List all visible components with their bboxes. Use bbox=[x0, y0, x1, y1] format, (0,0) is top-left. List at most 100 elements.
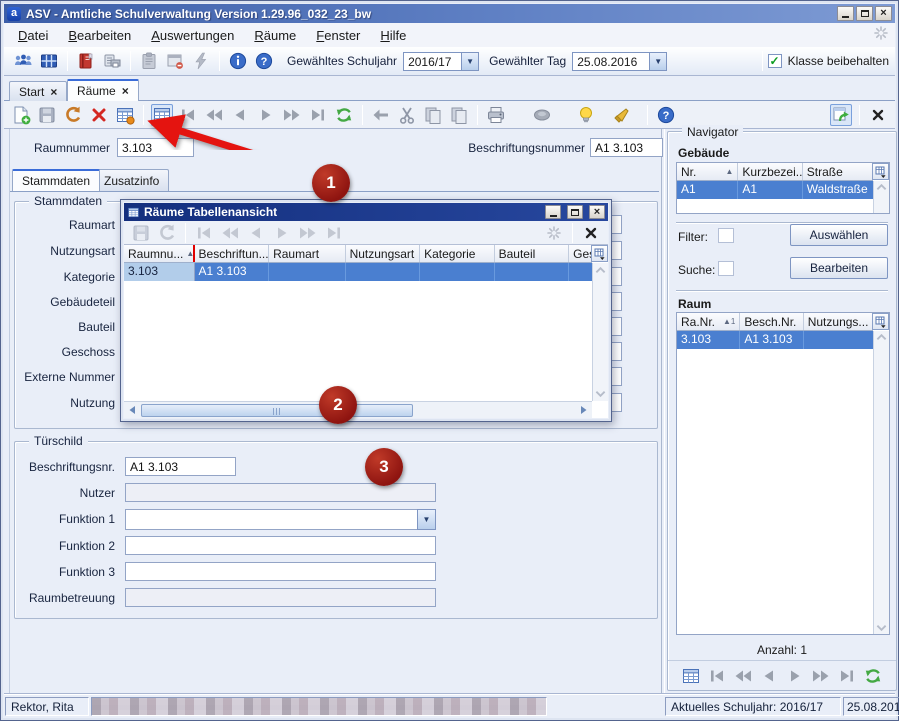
paste-button[interactable] bbox=[448, 104, 470, 126]
gebaeude-vscrollbar[interactable] bbox=[873, 181, 889, 213]
scroll-down-icon[interactable] bbox=[595, 390, 606, 398]
popup-nav-back-button[interactable] bbox=[245, 222, 267, 244]
menu-fenster[interactable]: Fenster bbox=[306, 24, 370, 47]
info-button[interactable] bbox=[227, 50, 249, 72]
navigator-nav-first-button[interactable] bbox=[706, 665, 728, 687]
help-button[interactable] bbox=[253, 50, 275, 72]
subtab-zusatzinfo[interactable]: Zusatzinfo bbox=[94, 169, 169, 191]
cut-button[interactable] bbox=[396, 104, 418, 126]
school-year-select[interactable]: 2016/17 ▼ bbox=[403, 52, 479, 71]
menu-hilfe[interactable]: Hilfe bbox=[370, 24, 416, 47]
raum-table-row[interactable]: 3.103 A1 3.103 bbox=[677, 331, 873, 349]
day-select[interactable]: 25.08.2016 ▼ bbox=[572, 52, 667, 71]
popup-nav-fast-back-button[interactable] bbox=[219, 222, 241, 244]
keep-class-checkbox[interactable]: ✓ bbox=[768, 54, 782, 68]
popup-maximize-button[interactable] bbox=[567, 205, 583, 219]
column-select-button[interactable] bbox=[591, 245, 608, 262]
close-button[interactable]: × bbox=[875, 6, 892, 21]
undo-button[interactable] bbox=[62, 104, 84, 126]
column-header[interactable]: Kurzbezei... bbox=[738, 163, 802, 180]
raumbetreuung-input[interactable] bbox=[125, 588, 436, 607]
tab-raeume[interactable]: Räume × bbox=[67, 79, 139, 101]
modules-button[interactable] bbox=[38, 50, 60, 72]
menu-datei[interactable]: Datei bbox=[8, 24, 58, 47]
navigator-table-view-button[interactable] bbox=[680, 665, 702, 687]
save-button[interactable] bbox=[36, 104, 58, 126]
tab-close-icon[interactable]: × bbox=[122, 84, 129, 98]
raum-vscrollbar[interactable] bbox=[873, 331, 889, 634]
table-view-button[interactable] bbox=[151, 104, 173, 126]
column-header[interactable]: Raumart bbox=[269, 245, 346, 262]
back-arrow-button[interactable] bbox=[370, 104, 392, 126]
column-header[interactable]: Bauteil bbox=[495, 245, 570, 262]
nav-last-button[interactable] bbox=[307, 104, 329, 126]
notify-button[interactable] bbox=[611, 104, 633, 126]
quick-action-button[interactable] bbox=[190, 50, 212, 72]
minimize-button[interactable] bbox=[837, 6, 854, 21]
column-header[interactable]: Nutzungsart bbox=[346, 245, 421, 262]
copy-button[interactable] bbox=[422, 104, 444, 126]
column-header[interactable]: Ra.Nr. ▲1 bbox=[677, 313, 740, 330]
navigator-nav-fast-forward-button[interactable] bbox=[810, 665, 832, 687]
subtab-stammdaten[interactable]: Stammdaten bbox=[12, 169, 100, 191]
navigator-refresh-button[interactable] bbox=[862, 665, 884, 687]
chevron-down-icon[interactable]: ▼ bbox=[417, 509, 436, 530]
popup-vscrollbar[interactable] bbox=[592, 263, 608, 401]
popup-nav-first-button[interactable] bbox=[193, 222, 215, 244]
column-header[interactable]: Nr. ▲ bbox=[677, 163, 738, 180]
students-button[interactable] bbox=[12, 50, 34, 72]
nav-first-button[interactable] bbox=[177, 104, 199, 126]
column-select-button[interactable] bbox=[872, 163, 889, 180]
beschriftungsnr-input[interactable] bbox=[125, 457, 236, 476]
popup-close-button[interactable]: × bbox=[589, 205, 605, 219]
detach-view-button[interactable] bbox=[830, 104, 852, 126]
room-number-input[interactable] bbox=[117, 138, 194, 157]
popup-hscrollbar[interactable] bbox=[124, 401, 592, 418]
popup-nav-last-button[interactable] bbox=[323, 222, 345, 244]
nav-back-button[interactable] bbox=[229, 104, 251, 126]
column-header[interactable]: Beschriftun... bbox=[195, 245, 270, 262]
scroll-up-icon[interactable] bbox=[876, 183, 887, 191]
navigator-nav-last-button[interactable] bbox=[836, 665, 858, 687]
column-select-button[interactable] bbox=[872, 313, 889, 330]
auswaehlen-button[interactable]: Auswählen bbox=[790, 224, 888, 246]
help-button[interactable] bbox=[655, 104, 677, 126]
column-header[interactable]: Gesc bbox=[569, 245, 592, 262]
label-number-input[interactable] bbox=[590, 138, 663, 157]
navigator-nav-fast-back-button[interactable] bbox=[732, 665, 754, 687]
nav-fast-forward-button[interactable] bbox=[281, 104, 303, 126]
panel-splitter[interactable] bbox=[661, 129, 665, 694]
funktion3-input[interactable] bbox=[125, 562, 436, 581]
column-header[interactable]: Raumnu... ▲ bbox=[124, 245, 195, 262]
print-button[interactable] bbox=[485, 104, 507, 126]
menu-bearbeiten[interactable]: Bearbeiten bbox=[58, 24, 141, 47]
funktion1-combo[interactable] bbox=[125, 509, 418, 530]
column-header[interactable]: Straße bbox=[803, 163, 873, 180]
hint-button[interactable] bbox=[575, 104, 597, 126]
print-list-button[interactable] bbox=[101, 50, 123, 72]
nav-fast-back-button[interactable] bbox=[203, 104, 225, 126]
nutzer-input[interactable] bbox=[125, 483, 436, 502]
popup-table-row[interactable]: 3.103 A1 3.103 bbox=[124, 263, 592, 281]
clipboard-button[interactable] bbox=[138, 50, 160, 72]
popup-close-view-button[interactable] bbox=[580, 222, 602, 244]
hscroll-thumb[interactable] bbox=[141, 404, 413, 417]
navigator-nav-forward-button[interactable] bbox=[784, 665, 806, 687]
scroll-down-icon[interactable] bbox=[876, 624, 887, 632]
new-record-button[interactable] bbox=[10, 104, 32, 126]
menu-raeume[interactable]: Räume bbox=[244, 24, 306, 47]
popup-undo-button[interactable] bbox=[156, 222, 178, 244]
column-header[interactable]: Besch.Nr. bbox=[740, 313, 803, 330]
chevron-down-icon[interactable]: ▼ bbox=[461, 53, 478, 70]
report-book-button[interactable] bbox=[75, 50, 97, 72]
scroll-left-icon[interactable] bbox=[124, 402, 140, 418]
popup-nav-forward-button[interactable] bbox=[271, 222, 293, 244]
nav-forward-button[interactable] bbox=[255, 104, 277, 126]
tab-close-icon[interactable]: × bbox=[50, 85, 57, 99]
gebaeude-table-row[interactable]: A1 A1 Waldstraße bbox=[677, 181, 873, 199]
refresh-button[interactable] bbox=[333, 104, 355, 126]
chevron-down-icon[interactable]: ▼ bbox=[649, 53, 666, 70]
delete-button[interactable] bbox=[88, 104, 110, 126]
edit-table-button[interactable] bbox=[114, 104, 136, 126]
close-view-button[interactable] bbox=[867, 104, 889, 126]
